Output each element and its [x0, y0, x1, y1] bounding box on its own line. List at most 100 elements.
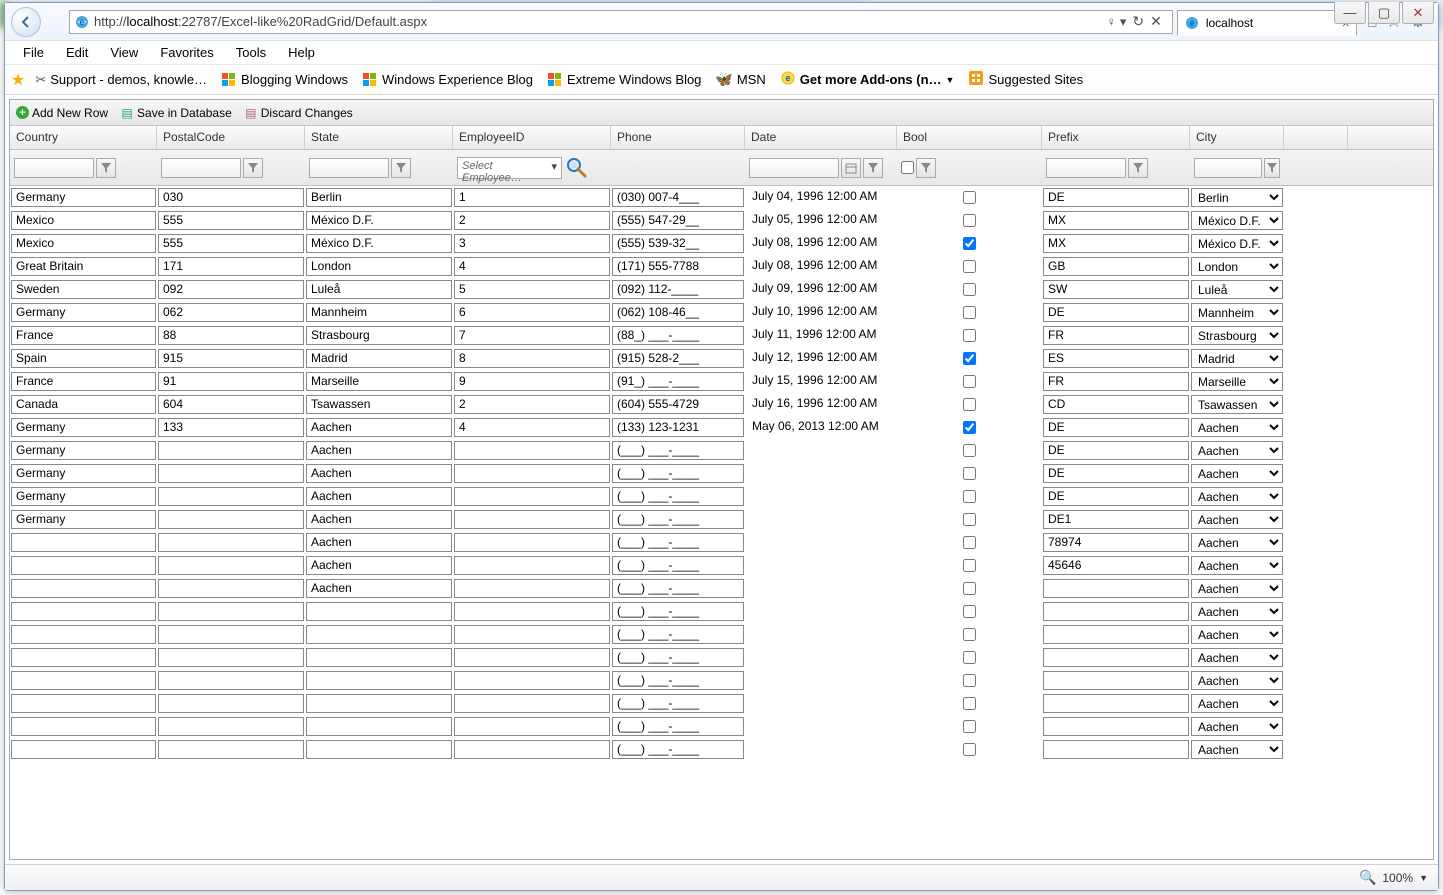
cell-state[interactable]: Tsawassen	[306, 395, 452, 414]
cell-prefix[interactable]: DE	[1043, 464, 1189, 483]
cell-prefix[interactable]	[1043, 671, 1189, 690]
cell-prefix[interactable]	[1043, 717, 1189, 736]
table-row[interactable]: Sweden092Luleå5(092) 112-____July 09, 19…	[10, 278, 1433, 301]
cell-phone[interactable]: (88_) ___-____	[612, 326, 744, 345]
cell-state[interactable]	[306, 648, 452, 667]
cell-phone[interactable]: (___) ___-____	[612, 648, 744, 667]
cell-bool-checkbox[interactable]	[963, 283, 976, 296]
cell-state[interactable]	[306, 694, 452, 713]
cell-bool-checkbox[interactable]	[963, 214, 976, 227]
filter-button-state[interactable]	[391, 158, 411, 178]
cell-phone[interactable]: (___) ___-____	[612, 579, 744, 598]
cell-prefix[interactable]: FR	[1043, 326, 1189, 345]
column-header-bool[interactable]: Bool	[897, 126, 1042, 149]
table-row[interactable]: (___) ___-____Aachen	[10, 646, 1433, 669]
cell-phone[interactable]: (915) 528-2___	[612, 349, 744, 368]
menu-item-view[interactable]: View	[100, 43, 148, 62]
cell-phone[interactable]: (___) ___-____	[612, 441, 744, 460]
cell-prefix[interactable]: MX	[1043, 234, 1189, 253]
filter-input-state[interactable]	[309, 158, 389, 178]
cell-employeeid[interactable]	[454, 579, 610, 598]
grid-body[interactable]: Germany030Berlin1(030) 007-4___July 04, …	[10, 186, 1433, 859]
cell-prefix[interactable]: DE	[1043, 441, 1189, 460]
cell-state[interactable]: Mannheim	[306, 303, 452, 322]
table-row[interactable]: Germany062Mannheim6(062) 108-46__July 10…	[10, 301, 1433, 324]
cell-country[interactable]	[11, 602, 156, 621]
cell-phone[interactable]: (___) ___-____	[612, 694, 744, 713]
filter-button-prefix[interactable]	[1128, 158, 1148, 178]
cell-postalcode[interactable]: 062	[158, 303, 304, 322]
menu-item-edit[interactable]: Edit	[56, 43, 98, 62]
cell-postalcode[interactable]	[158, 694, 304, 713]
table-row[interactable]: Germany030Berlin1(030) 007-4___July 04, …	[10, 186, 1433, 209]
cell-date[interactable]	[746, 671, 896, 690]
cell-country[interactable]: Germany	[11, 464, 156, 483]
cell-bool-checkbox[interactable]	[963, 674, 976, 687]
table-row[interactable]: (___) ___-____Aachen	[10, 623, 1433, 646]
cell-postalcode[interactable]: 604	[158, 395, 304, 414]
table-row[interactable]: Aachen(___) ___-____78974Aachen	[10, 531, 1433, 554]
cell-employeeid[interactable]: 4	[454, 257, 610, 276]
filter-button-bool[interactable]	[916, 158, 936, 178]
cell-date[interactable]	[746, 464, 896, 483]
filter-input-date[interactable]	[749, 158, 839, 178]
cell-employeeid[interactable]	[454, 694, 610, 713]
cell-bool-checkbox[interactable]	[963, 697, 976, 710]
cell-postalcode[interactable]	[158, 533, 304, 552]
cell-city-select[interactable]: Aachen	[1191, 602, 1283, 621]
cell-date[interactable]	[746, 602, 896, 621]
cell-postalcode[interactable]	[158, 510, 304, 529]
cell-date[interactable]: July 15, 1996 12:00 AM	[746, 372, 896, 391]
cell-bool-checkbox[interactable]	[963, 352, 976, 365]
cell-prefix[interactable]: DE	[1043, 188, 1189, 207]
cell-bool-checkbox[interactable]	[963, 582, 976, 595]
cell-country[interactable]: Germany	[11, 510, 156, 529]
cell-country[interactable]: Germany	[11, 188, 156, 207]
cell-bool-checkbox[interactable]	[963, 536, 976, 549]
add-new-row-button[interactable]: + Add New Row	[14, 105, 110, 121]
cell-country[interactable]: Sweden	[11, 280, 156, 299]
cell-phone[interactable]: (___) ___-____	[612, 717, 744, 736]
cell-city-select[interactable]: Aachen	[1191, 533, 1283, 552]
cell-phone[interactable]: (___) ___-____	[612, 671, 744, 690]
cell-employeeid[interactable]	[454, 556, 610, 575]
filter-input-postalcode[interactable]	[161, 158, 241, 178]
cell-city-select[interactable]: Mannheim	[1191, 303, 1283, 322]
filter-button-date[interactable]	[863, 158, 883, 178]
table-row[interactable]: Aachen(___) ___-____Aachen	[10, 577, 1433, 600]
cell-bool-checkbox[interactable]	[963, 375, 976, 388]
cell-postalcode[interactable]	[158, 556, 304, 575]
cell-phone[interactable]: (___) ___-____	[612, 556, 744, 575]
cell-city-select[interactable]: Luleå	[1191, 280, 1283, 299]
cell-prefix[interactable]	[1043, 625, 1189, 644]
menu-item-favorites[interactable]: Favorites	[150, 43, 223, 62]
maximize-button[interactable]: ▢	[1368, 2, 1400, 24]
cell-country[interactable]	[11, 717, 156, 736]
table-row[interactable]: (___) ___-____Aachen	[10, 692, 1433, 715]
cell-postalcode[interactable]: 88	[158, 326, 304, 345]
table-row[interactable]: GermanyAachen(___) ___-____DE1Aachen	[10, 508, 1433, 531]
back-button[interactable]	[11, 7, 41, 37]
cell-state[interactable]: Aachen	[306, 533, 452, 552]
cell-employeeid[interactable]	[454, 648, 610, 667]
cell-date[interactable]	[746, 740, 896, 759]
cell-prefix[interactable]: MX	[1043, 211, 1189, 230]
cell-phone[interactable]: (___) ___-____	[612, 625, 744, 644]
cell-city-select[interactable]: México D.F.	[1191, 234, 1283, 253]
cell-postalcode[interactable]	[158, 579, 304, 598]
table-row[interactable]: Germany133Aachen4(133) 123-1231May 06, 2…	[10, 416, 1433, 439]
zoom-dropdown-icon[interactable]: ▼	[1419, 873, 1428, 883]
cell-state[interactable]	[306, 740, 452, 759]
cell-prefix[interactable]	[1043, 694, 1189, 713]
cell-city-select[interactable]: Aachen	[1191, 487, 1283, 506]
cell-postalcode[interactable]	[158, 740, 304, 759]
cell-postalcode[interactable]: 171	[158, 257, 304, 276]
cell-phone[interactable]: (___) ___-____	[612, 602, 744, 621]
cell-prefix[interactable]: DE	[1043, 303, 1189, 322]
cell-bool-checkbox[interactable]	[963, 421, 976, 434]
cell-bool-checkbox[interactable]	[963, 720, 976, 733]
cell-city-select[interactable]: Aachen	[1191, 441, 1283, 460]
cell-employeeid[interactable]: 9	[454, 372, 610, 391]
cell-bool-checkbox[interactable]	[963, 191, 976, 204]
cell-phone[interactable]: (___) ___-____	[612, 740, 744, 759]
